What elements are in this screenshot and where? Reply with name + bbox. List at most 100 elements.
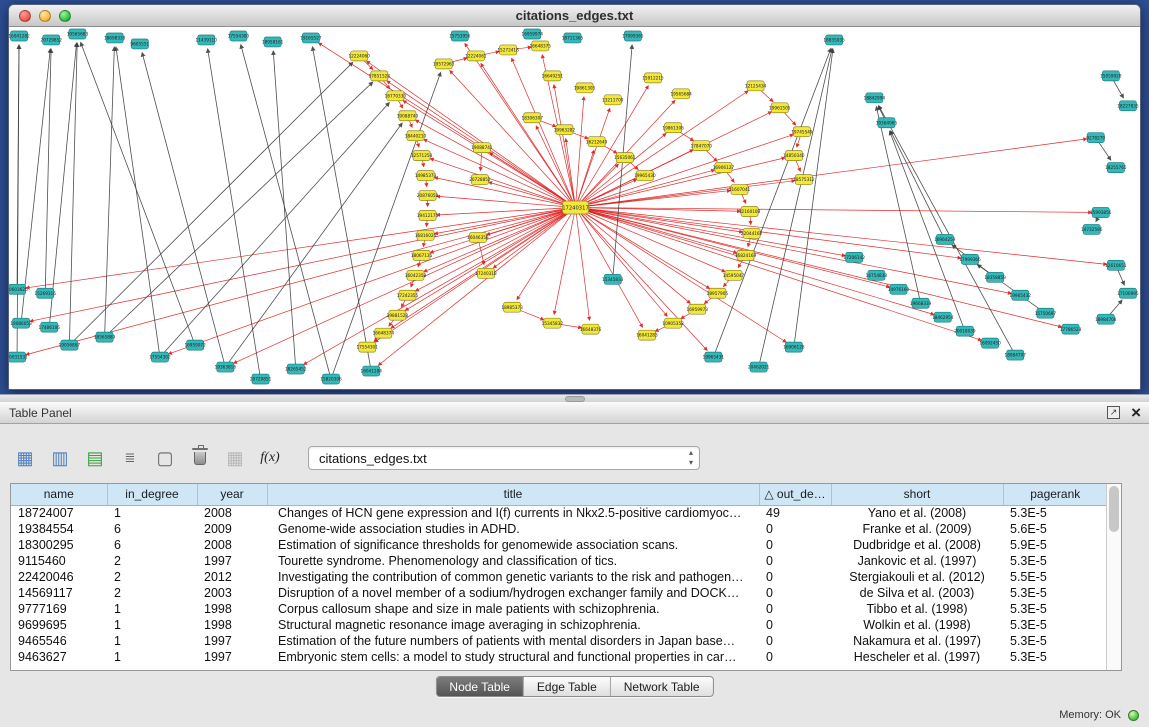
edit-table-icon[interactable]: ▤ <box>82 445 108 471</box>
table-cell[interactable]: 9699695 <box>11 617 107 633</box>
table-cell[interactable]: 5.3E-5 <box>1003 601 1107 617</box>
table-cell[interactable]: 9115460 <box>11 553 107 569</box>
table-cell[interactable]: 5.3E-5 <box>1003 649 1107 665</box>
table-cell[interactable]: Estimation of significance thresholds fo… <box>267 537 759 553</box>
tab-node-table[interactable]: Node Table <box>436 677 524 696</box>
graph-edge[interactable] <box>713 48 831 357</box>
table-cell[interactable]: 1997 <box>197 633 267 649</box>
table-cell[interactable]: 5.9E-5 <box>1003 537 1107 553</box>
graph-edge[interactable] <box>554 208 575 315</box>
table-cell[interactable]: 2 <box>107 569 197 585</box>
table-cell[interactable]: 5.3E-5 <box>1003 553 1107 569</box>
table-cell[interactable]: 9777169 <box>11 601 107 617</box>
float-panel-icon[interactable]: ↗ <box>1107 406 1120 419</box>
graph-edge[interactable] <box>405 208 575 311</box>
graph-edge[interactable] <box>81 42 196 345</box>
graph-edge[interactable] <box>378 208 575 366</box>
function-builder-icon[interactable]: f(x) <box>257 445 283 471</box>
graph-edge[interactable] <box>49 43 76 327</box>
table-cell[interactable]: 5.3E-5 <box>1003 505 1107 521</box>
table-cell[interactable]: 5.3E-5 <box>1003 617 1107 633</box>
table-cell[interactable]: Franke et al. (2009) <box>831 521 1003 537</box>
graph-edge[interactable] <box>576 208 668 317</box>
table-row[interactable]: 1830029562008Estimation of significance … <box>11 537 1107 553</box>
column-header-title[interactable]: title <box>267 484 759 505</box>
table-cell[interactable]: Embryonic stem cells: a model to study s… <box>267 649 759 665</box>
table-cell[interactable]: Corpus callosum shape and size in male p… <box>267 601 759 617</box>
graph-edge[interactable] <box>576 208 935 315</box>
table-cell[interactable]: 49 <box>759 505 831 521</box>
column-header-pagerank[interactable]: pagerank <box>1003 484 1107 505</box>
table-cell[interactable]: 6 <box>107 537 197 553</box>
table-cell[interactable]: 0 <box>759 633 831 649</box>
import-table-icon[interactable]: ▦ <box>222 445 248 471</box>
graph-edge[interactable] <box>493 208 575 268</box>
table-cell[interactable]: 1 <box>107 505 197 521</box>
table-cell[interactable]: 0 <box>759 585 831 601</box>
zoom-window-button[interactable] <box>59 10 71 22</box>
graph-edge[interactable] <box>430 159 575 208</box>
table-cell[interactable]: Estimation of the future numbers of pati… <box>267 633 759 649</box>
table-cell[interactable]: 6 <box>107 521 197 537</box>
table-cell[interactable]: 0 <box>759 649 831 665</box>
table-row[interactable]: 1938455462009Genome-wide association stu… <box>11 521 1107 537</box>
table-cell[interactable]: 5.6E-5 <box>1003 521 1107 537</box>
tab-edge-table[interactable]: Edge Table <box>524 677 611 696</box>
table-row[interactable]: 977716911998Corpus callosum shape and si… <box>11 601 1107 617</box>
graph-edge[interactable] <box>576 97 584 208</box>
graph-edge[interactable] <box>576 91 749 208</box>
table-cell[interactable]: de Silva et al. (2003) <box>831 585 1003 601</box>
table-cell[interactable]: 9465546 <box>11 633 107 649</box>
graph-edge[interactable] <box>576 158 786 208</box>
table-cell[interactable]: 1998 <box>197 601 267 617</box>
table-row[interactable]: 1872400712008Changes of HCN gene express… <box>11 505 1107 521</box>
table-row[interactable]: 946362711997Embryonic stem cells: a mode… <box>11 649 1107 665</box>
graph-edge[interactable] <box>424 208 576 272</box>
column-header-out-degree[interactable]: △ out_de… <box>759 484 831 505</box>
table-cell[interactable]: 5.3E-5 <box>1003 585 1107 601</box>
column-header-in-degree[interactable]: in_degree <box>107 484 197 505</box>
graph-edge[interactable] <box>576 135 794 208</box>
table-cell[interactable]: Nakamura et al. (1997) <box>831 633 1003 649</box>
table-cell[interactable]: Structural magnetic resonance image aver… <box>267 617 759 633</box>
table-scrollbar[interactable] <box>1106 484 1121 670</box>
table-cell[interactable]: Dudbridge et al. (2008) <box>831 537 1003 553</box>
table-cell[interactable]: 14569117 <box>11 585 107 601</box>
table-cell[interactable]: 1 <box>107 633 197 649</box>
graph-edge[interactable] <box>576 208 1092 213</box>
graph-edge[interactable] <box>576 208 590 321</box>
graph-edge[interactable] <box>576 208 1062 328</box>
delete-table-icon[interactable] <box>187 445 213 471</box>
graph-edge[interactable] <box>21 49 50 323</box>
window-titlebar[interactable]: citations_edges.txt <box>9 5 1140 27</box>
graph-edge[interactable] <box>890 131 944 240</box>
table-cell[interactable]: 0 <box>759 617 831 633</box>
column-header-short[interactable]: short <box>831 484 1003 505</box>
table-cell[interactable]: 1997 <box>197 553 267 569</box>
graph-edge[interactable] <box>312 47 371 371</box>
network-canvas[interactable]: 1724031712224060178515281677033019088740… <box>9 28 1140 389</box>
scrollbar-thumb[interactable] <box>1109 486 1119 532</box>
table-cell[interactable]: 5.3E-5 <box>1003 633 1107 649</box>
table-cell[interactable]: 2003 <box>197 585 267 601</box>
table-cell[interactable]: Disruption of a novel member of a sodium… <box>267 585 759 601</box>
network-view-window[interactable]: citations_edges.txt 17240317122240601785… <box>8 4 1141 390</box>
graph-edge[interactable] <box>30 208 576 322</box>
table-cell[interactable]: 1998 <box>197 617 267 633</box>
table-cell[interactable]: Changes of HCN gene expression and I(f) … <box>267 505 759 521</box>
graph-edge[interactable] <box>415 120 575 207</box>
table-cell[interactable]: 0 <box>759 601 831 617</box>
close-window-button[interactable] <box>19 10 31 22</box>
table-cell[interactable]: 18300295 <box>11 537 107 553</box>
select-columns-icon[interactable]: ▥ <box>47 445 73 471</box>
table-cell[interactable]: 0 <box>759 569 831 585</box>
table-cell[interactable]: 0 <box>759 537 831 553</box>
table-cell[interactable]: Stergiakouli et al. (2012) <box>831 569 1003 585</box>
column-header-year[interactable]: year <box>197 484 267 505</box>
graph-edge[interactable] <box>241 45 331 379</box>
minimize-window-button[interactable] <box>39 10 51 22</box>
graph-edge[interactable] <box>69 43 77 345</box>
table-cell[interactable]: 2012 <box>197 569 267 585</box>
graph-edge[interactable] <box>391 208 576 329</box>
panel-splitter[interactable] <box>0 394 1149 402</box>
